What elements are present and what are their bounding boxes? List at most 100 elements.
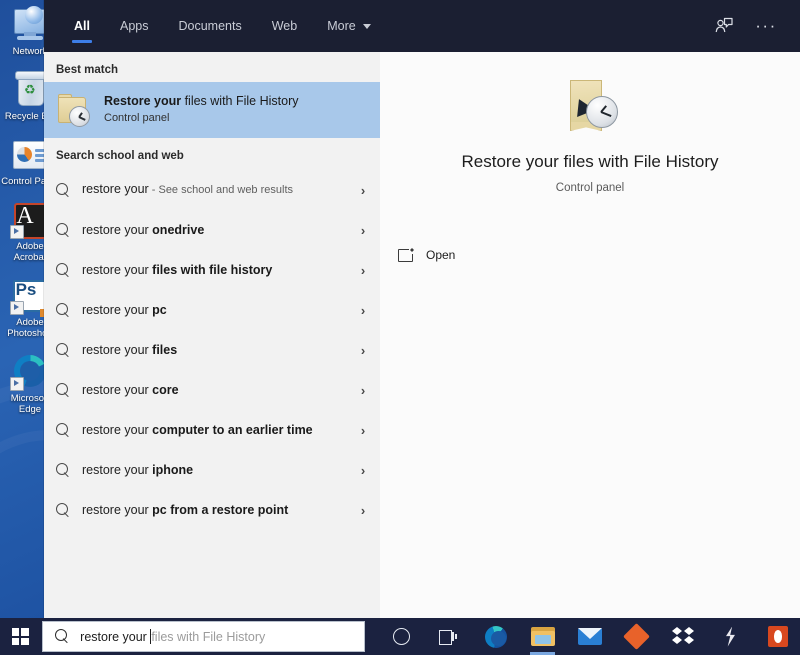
search-input-value: restore your — [80, 629, 151, 644]
taskbar-item-dropbox[interactable] — [661, 618, 706, 655]
suggestion-text: restore your files — [82, 342, 352, 359]
suggestion-note: - See school and web results — [148, 184, 294, 196]
search-icon — [56, 222, 82, 238]
suggestion-bold: pc from a restore point — [152, 502, 289, 517]
suggestion-prefix: restore your — [82, 462, 153, 477]
best-match-title-rest: files with File History — [181, 93, 299, 108]
mail-icon — [577, 628, 602, 645]
chevron-right-icon[interactable]: › — [352, 423, 374, 438]
suggestion-prefix: restore your — [82, 342, 153, 357]
search-icon — [56, 182, 82, 198]
search-filter-tabs: All Apps Documents Web More — [44, 0, 385, 52]
tab-all[interactable]: All — [60, 0, 104, 52]
tab-documents[interactable]: Documents — [164, 0, 255, 52]
suggestion-prefix: restore your — [82, 422, 153, 437]
search-flyout: All Apps Documents Web More ··· Best mat… — [44, 0, 800, 618]
search-input[interactable]: restore your files with File History — [42, 621, 365, 652]
suggestion-text: restore your files with file history — [82, 262, 352, 279]
search-icon — [56, 502, 82, 518]
search-preview-pane: Restore your files with File History Con… — [380, 52, 800, 618]
taskbar-item-microsoft-edge[interactable] — [473, 618, 518, 655]
chevron-right-icon[interactable]: › — [352, 503, 374, 518]
open-external-icon — [398, 248, 414, 262]
suggestion-bold: files — [152, 342, 178, 357]
taskbar-item-office[interactable] — [755, 618, 800, 655]
chevron-right-icon[interactable]: › — [352, 463, 374, 478]
taskbar-item-file-explorer[interactable] — [520, 618, 565, 655]
best-match-title-bold: Restore your — [104, 93, 182, 108]
list-item[interactable]: restore your - See school and web result… — [44, 170, 380, 210]
taskbar-item-task-view[interactable] — [426, 618, 471, 655]
tab-label: Documents — [178, 19, 242, 33]
file-history-folder-clock-icon — [56, 93, 90, 127]
taskbar-item-mail[interactable] — [567, 618, 612, 655]
list-item[interactable]: restore your pc › — [44, 290, 380, 330]
search-icon — [56, 382, 82, 398]
chevron-right-icon[interactable]: › — [352, 223, 374, 238]
list-item[interactable]: restore your files with file history › — [44, 250, 380, 290]
chevron-right-icon[interactable]: › — [352, 183, 374, 198]
list-item[interactable]: restore your iphone › — [44, 450, 380, 490]
shortcut-overlay-icon — [10, 225, 24, 239]
list-item[interactable]: restore your pc from a restore point › — [44, 490, 380, 530]
preview-title: Restore your files with File History — [461, 152, 719, 171]
list-item[interactable]: restore your core › — [44, 370, 380, 410]
tab-more[interactable]: More — [313, 0, 384, 52]
microsoft-edge-icon — [484, 625, 507, 648]
search-icon — [55, 629, 70, 644]
taskbar-item-cortana[interactable] — [379, 618, 424, 655]
taskbar-item-diamond-app[interactable] — [614, 618, 659, 655]
file-history-folder-clock-icon — [560, 78, 620, 134]
suggestion-prefix: restore your — [82, 182, 149, 196]
bolt-app-icon — [726, 626, 735, 647]
chevron-right-icon[interactable]: › — [352, 303, 374, 318]
open-button-label: Open — [426, 248, 456, 262]
search-header-actions: ··· — [706, 8, 800, 44]
search-icon — [56, 302, 82, 318]
suggestion-bold: iphone — [152, 462, 194, 477]
feedback-button[interactable] — [706, 8, 742, 44]
best-match-section-label: Best match — [56, 64, 118, 76]
suggestion-prefix: restore your — [82, 262, 153, 277]
best-match-subtitle: Control panel — [104, 112, 170, 125]
taskbar: restore your files with File History — [0, 618, 800, 655]
tab-web[interactable]: Web — [258, 0, 311, 52]
suggestion-prefix: restore your — [82, 222, 153, 237]
chevron-right-icon[interactable]: › — [352, 343, 374, 358]
diamond-app-icon — [623, 623, 650, 650]
suggestion-text: restore your pc — [82, 302, 352, 319]
tab-apps[interactable]: Apps — [106, 0, 163, 52]
best-match-result[interactable]: Restore your files with File History Con… — [44, 82, 380, 138]
start-button[interactable] — [0, 618, 40, 655]
search-header: All Apps Documents Web More ··· — [44, 0, 800, 52]
tab-label: All — [74, 19, 90, 33]
suggestion-text: restore your computer to an earlier time — [82, 422, 352, 439]
search-icon — [56, 342, 82, 358]
more-options-button[interactable]: ··· — [748, 8, 784, 44]
list-item[interactable]: restore your files › — [44, 330, 380, 370]
open-button[interactable]: Open — [396, 242, 465, 268]
suggestion-prefix: restore your — [82, 502, 153, 517]
chevron-right-icon[interactable]: › — [352, 383, 374, 398]
shortcut-overlay-icon — [10, 301, 24, 315]
web-section-label: Search school and web — [56, 150, 184, 162]
list-item[interactable]: restore your onedrive › — [44, 210, 380, 250]
suggestion-bold: onedrive — [152, 222, 205, 237]
search-panes: Best match Restore your files with File … — [44, 52, 800, 618]
task-view-icon — [439, 629, 458, 645]
search-icon — [56, 262, 82, 278]
tab-label: Apps — [119, 19, 149, 33]
search-results-pane: Best match Restore your files with File … — [44, 52, 380, 618]
feedback-icon — [715, 17, 733, 33]
suggestion-text: restore your core — [82, 382, 352, 399]
file-explorer-icon — [530, 627, 555, 646]
list-item[interactable]: restore your computer to an earlier time… — [44, 410, 380, 450]
best-match-title: Restore your files with File History — [104, 94, 299, 110]
suggestion-list: restore your - See school and web result… — [44, 168, 380, 530]
suggestion-text: restore your onedrive — [82, 222, 352, 239]
search-icon — [56, 462, 82, 478]
taskbar-item-bolt-app[interactable] — [708, 618, 753, 655]
dropbox-icon — [672, 627, 695, 646]
chevron-right-icon[interactable]: › — [352, 263, 374, 278]
office-icon — [767, 626, 788, 647]
